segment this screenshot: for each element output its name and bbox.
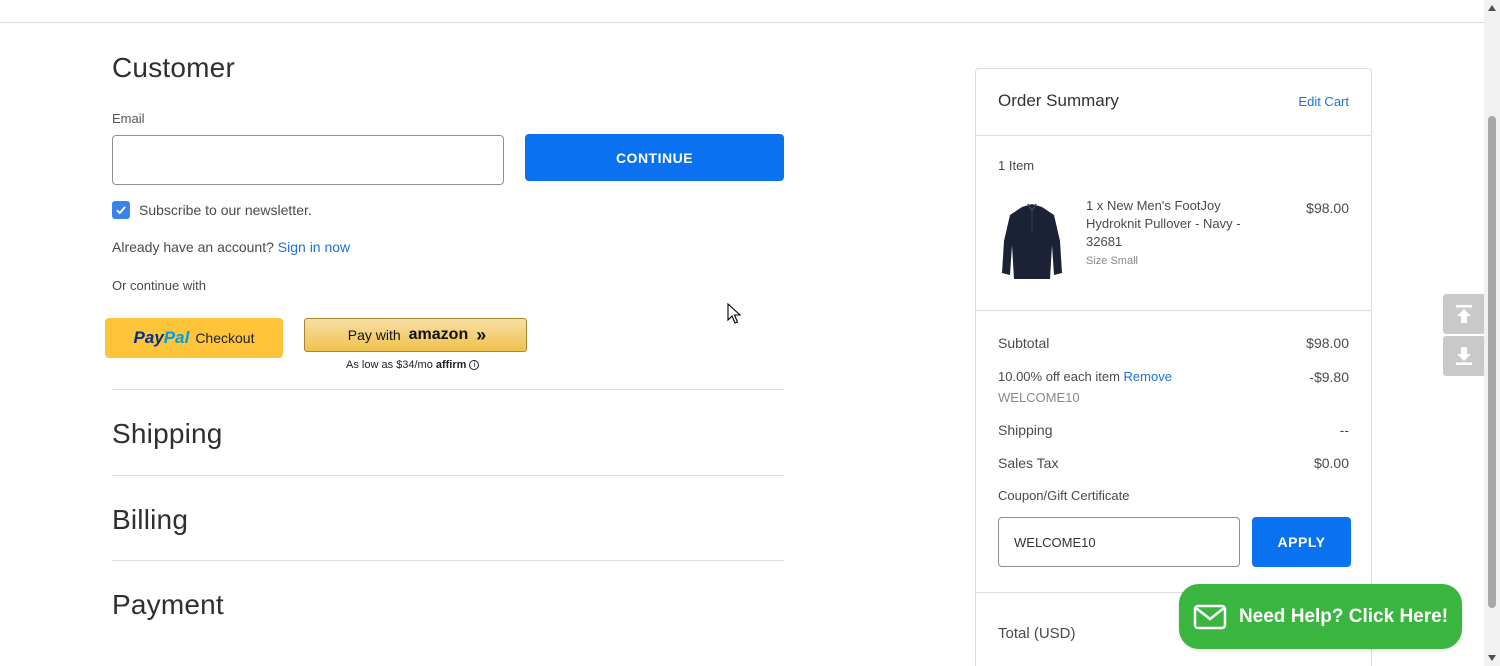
info-icon[interactable]: i: [469, 360, 480, 370]
need-help-button[interactable]: Need Help? Click Here!: [1179, 584, 1462, 649]
amazon-pay-button[interactable]: Pay with amazon »: [304, 318, 527, 352]
arrow-up-icon: [1456, 305, 1472, 323]
chevron-right-icon: »: [476, 324, 486, 345]
subtotal-label: Subtotal: [998, 335, 1050, 351]
discount-code: WELCOME10: [998, 390, 1080, 405]
vertical-scrollbar[interactable]: [1484, 0, 1500, 666]
checkmark-icon: [116, 206, 126, 215]
paypal-checkout-button[interactable]: PayPal Checkout: [105, 318, 283, 358]
mouse-cursor-icon: [727, 303, 741, 324]
account-prompt: Already have an account? Sign in now: [112, 239, 350, 255]
payment-title[interactable]: Payment: [112, 589, 224, 621]
scroll-to-top-button[interactable]: [1443, 294, 1485, 334]
subtotal-value: $98.00: [1306, 335, 1349, 351]
envelope-icon: [1193, 604, 1227, 629]
coupon-link[interactable]: Coupon/Gift Certificate: [998, 488, 1130, 503]
item-count: 1 Item: [998, 158, 1035, 173]
newsletter-label: Subscribe to our newsletter.: [139, 202, 312, 218]
summary-divider: [976, 310, 1371, 311]
shipping-label: Shipping: [998, 422, 1053, 438]
paypal-logo: PayPal: [134, 328, 190, 348]
continue-button[interactable]: CONTINUE: [525, 134, 784, 181]
affirm-logo: affirm: [435, 359, 467, 371]
sign-in-link[interactable]: Sign in now: [278, 239, 350, 255]
newsletter-checkbox[interactable]: [112, 201, 130, 219]
edit-cart-link[interactable]: Edit Cart: [1298, 94, 1349, 109]
remove-discount-link[interactable]: Remove: [1124, 369, 1172, 384]
need-help-label: Need Help? Click Here!: [1238, 605, 1449, 627]
discount-value: -$9.80: [1309, 369, 1349, 385]
discount-label: 10.00% off each item: [998, 369, 1120, 384]
discount-line: 10.00% off each item Remove: [998, 369, 1172, 384]
paypal-checkout-label: Checkout: [195, 330, 255, 346]
affirm-text: As low as $34/mo: [346, 359, 433, 371]
coupon-field[interactable]: WELCOME10: [998, 517, 1240, 567]
section-divider: [112, 475, 784, 476]
tax-label: Sales Tax: [998, 455, 1059, 471]
shipping-value: --: [1339, 422, 1349, 438]
header-divider: [0, 22, 1484, 23]
total-label: Total (USD): [998, 625, 1076, 642]
amazon-pay-prefix: Pay with: [347, 327, 401, 343]
apply-button[interactable]: APPLY: [1252, 517, 1351, 567]
scrollbar-thumb[interactable]: [1488, 116, 1496, 608]
affirm-promo[interactable]: As low as $34/mo affirm i: [346, 359, 480, 371]
item-size: Size Small: [1086, 255, 1138, 267]
product-thumbnail: [1002, 203, 1062, 279]
scroll-up-arrow-icon[interactable]: [1488, 5, 1496, 11]
paypal-logo-part2: Pal: [163, 328, 190, 347]
order-summary-title: Order Summary: [998, 91, 1119, 110]
or-continue-label: Or continue with: [112, 278, 206, 293]
scroll-to-bottom-button[interactable]: [1443, 336, 1485, 376]
item-price: $98.00: [1306, 200, 1349, 216]
arrow-down-icon: [1456, 347, 1472, 365]
item-name: 1 x New Men's FootJoy Hydroknit Pullover…: [1086, 198, 1241, 249]
section-divider: [112, 560, 784, 561]
account-prompt-text: Already have an account?: [112, 239, 274, 255]
paypal-logo-part1: Pay: [133, 328, 164, 347]
shipping-title[interactable]: Shipping: [112, 418, 223, 450]
email-label: Email: [112, 111, 145, 126]
summary-divider: [976, 135, 1371, 136]
billing-title[interactable]: Billing: [112, 504, 188, 536]
scroll-down-arrow-icon[interactable]: [1488, 655, 1496, 661]
order-summary: Order Summary Edit Cart 1 Item 1 x New M…: [975, 68, 1372, 666]
email-field[interactable]: [112, 135, 504, 185]
section-divider: [112, 389, 784, 390]
customer-title: Customer: [112, 52, 235, 83]
amazon-logo: amazon: [408, 326, 469, 343]
tax-value: $0.00: [1313, 455, 1349, 471]
